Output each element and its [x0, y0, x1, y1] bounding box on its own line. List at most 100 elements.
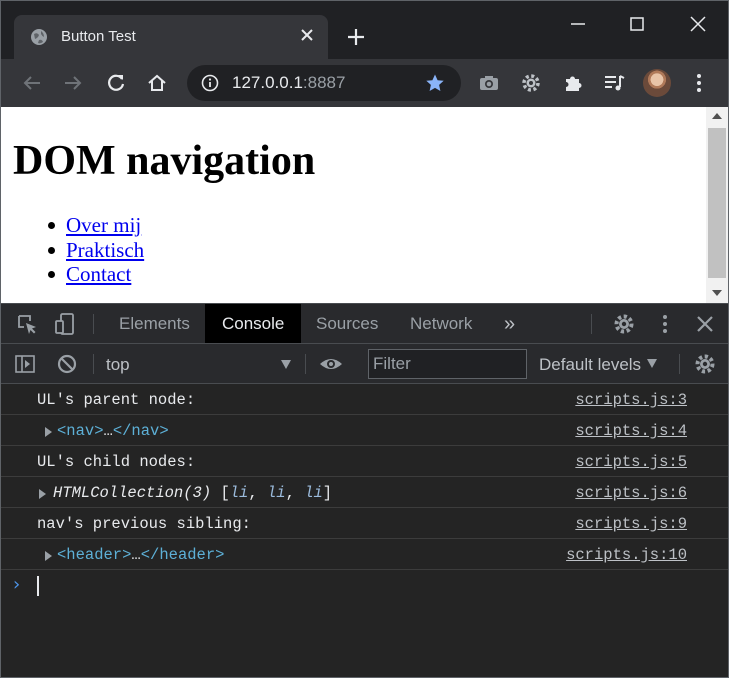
page-scrollbar[interactable] [706, 107, 728, 303]
console-messages: UL's parent node: scripts.js:3 <nav>…</n… [1, 384, 728, 600]
log-levels-select[interactable]: Default levels [539, 355, 641, 375]
maximize-icon[interactable] [626, 13, 648, 35]
url-host: 127.0.0.1 [232, 73, 303, 92]
divider [305, 354, 306, 374]
divider [93, 314, 94, 334]
reload-icon [108, 74, 125, 91]
console-message: UL's parent node: scripts.js:3 [1, 384, 728, 415]
prompt-chevron-icon: › [13, 574, 21, 595]
console-message: UL's child nodes: scripts.js:5 [1, 446, 728, 477]
console-message[interactable]: <nav>…</nav> scripts.js:4 [1, 415, 728, 446]
tab-sources[interactable]: Sources [316, 304, 378, 343]
device-toolbar-button[interactable] [53, 312, 77, 336]
bookmark-star-icon[interactable] [425, 73, 445, 93]
collection-item: li [304, 484, 323, 502]
scroll-up-arrow-icon[interactable] [712, 113, 722, 119]
source-link[interactable]: scripts.js:10 [566, 546, 687, 564]
menu-button[interactable] [687, 71, 711, 95]
browser-window: Button Test 127.0.0.1:8887 DOM navigatio… [0, 0, 729, 678]
minimize-icon[interactable] [567, 13, 589, 35]
browser-tab[interactable]: Button Test [14, 15, 328, 59]
address-bar[interactable]: 127.0.0.1:8887 [187, 65, 461, 101]
title-bar: Button Test [1, 1, 728, 59]
divider [591, 314, 592, 334]
nav-item: Over mij [47, 213, 144, 238]
message-node[interactable]: <nav>…</nav> [57, 422, 169, 440]
camera-extension-button[interactable] [477, 71, 501, 95]
reload-button[interactable] [104, 71, 128, 95]
forward-button[interactable] [61, 71, 85, 95]
collection-item: li [266, 484, 286, 502]
media-control-button[interactable] [602, 71, 626, 95]
eye-icon [320, 359, 342, 369]
tab-network[interactable]: Network [410, 304, 472, 343]
source-link[interactable]: scripts.js:4 [575, 422, 687, 440]
devtools-menu-button[interactable] [653, 312, 677, 336]
gear-icon [614, 314, 634, 334]
divider [93, 354, 94, 374]
live-expression-button[interactable] [319, 352, 343, 376]
nav-list: Over mij Praktisch Contact [47, 213, 144, 287]
tab-console[interactable]: Console [205, 304, 302, 343]
back-button[interactable] [20, 71, 44, 95]
gear-icon [522, 74, 540, 92]
sidebar-icon [15, 355, 35, 373]
new-tab-icon[interactable] [346, 27, 366, 47]
info-icon[interactable] [201, 74, 219, 92]
nav-link-over-mij[interactable]: Over mij [66, 213, 141, 237]
profile-avatar[interactable] [643, 69, 671, 97]
source-link[interactable]: scripts.js:5 [575, 453, 687, 471]
context-dropdown-arrow-icon[interactable] [281, 360, 291, 369]
console-settings-button[interactable] [693, 352, 717, 376]
source-link[interactable]: scripts.js:6 [575, 484, 687, 502]
ellipsis: … [103, 422, 113, 440]
expand-triangle-icon[interactable] [39, 489, 46, 499]
more-tabs-button[interactable]: » [504, 304, 515, 343]
home-icon [148, 74, 166, 91]
source-link[interactable]: scripts.js:9 [575, 515, 687, 533]
nav-link-praktisch[interactable]: Praktisch [66, 238, 144, 262]
page-viewport: DOM navigation Over mij Praktisch Contac… [1, 107, 728, 303]
close-tab-icon[interactable] [299, 27, 315, 43]
kebab-menu-icon [697, 74, 701, 92]
devtools-close-button[interactable] [693, 312, 717, 336]
levels-dropdown-arrow-icon[interactable] [647, 359, 657, 368]
close-window-icon[interactable] [687, 13, 709, 35]
nav-item: Contact [47, 262, 144, 287]
clear-console-button[interactable] [55, 352, 79, 376]
extensions-button[interactable] [561, 71, 585, 95]
devtools-settings-button[interactable] [612, 312, 636, 336]
playlist-icon [605, 75, 625, 91]
settings-extension-button[interactable] [519, 71, 543, 95]
inspect-element-button[interactable] [15, 312, 39, 336]
expand-triangle-icon[interactable] [45, 551, 52, 561]
close-tag: </header> [140, 546, 225, 564]
arrow-left-icon [23, 76, 40, 90]
inspect-icon [18, 315, 36, 334]
filter-box[interactable] [368, 349, 527, 379]
device-icon [55, 313, 74, 335]
home-button[interactable] [145, 71, 169, 95]
nav-link-contact[interactable]: Contact [66, 262, 131, 286]
arrow-right-icon [65, 76, 82, 90]
scroll-down-arrow-icon[interactable] [712, 290, 722, 296]
devtools-tab-bar: Elements Console Sources Network » [1, 304, 728, 344]
console-message[interactable]: HTMLCollection(3) [li, li, li] scripts.j… [1, 477, 728, 508]
tab-elements[interactable]: Elements [119, 304, 190, 343]
collection-name: HTMLCollection(3) [53, 484, 212, 502]
message-text: UL's parent node: [37, 391, 196, 409]
kebab-menu-icon [663, 315, 667, 333]
console-message[interactable]: <header>…</header> scripts.js:10 [1, 539, 728, 570]
nav-item: Praktisch [47, 238, 144, 263]
source-link[interactable]: scripts.js:3 [575, 391, 687, 409]
context-select[interactable]: top [106, 355, 130, 375]
filter-input[interactable] [373, 354, 523, 374]
sidebar-toggle-button[interactable] [13, 352, 37, 376]
expand-triangle-icon[interactable] [45, 427, 52, 437]
console-prompt[interactable]: › [1, 570, 728, 600]
message-node[interactable]: <header>…</header> [57, 546, 224, 564]
message-collection[interactable]: HTMLCollection(3) [li, li, li] [53, 484, 332, 502]
gear-icon [695, 354, 715, 374]
scroll-thumb[interactable] [708, 128, 726, 278]
url-port: :8887 [302, 73, 346, 92]
